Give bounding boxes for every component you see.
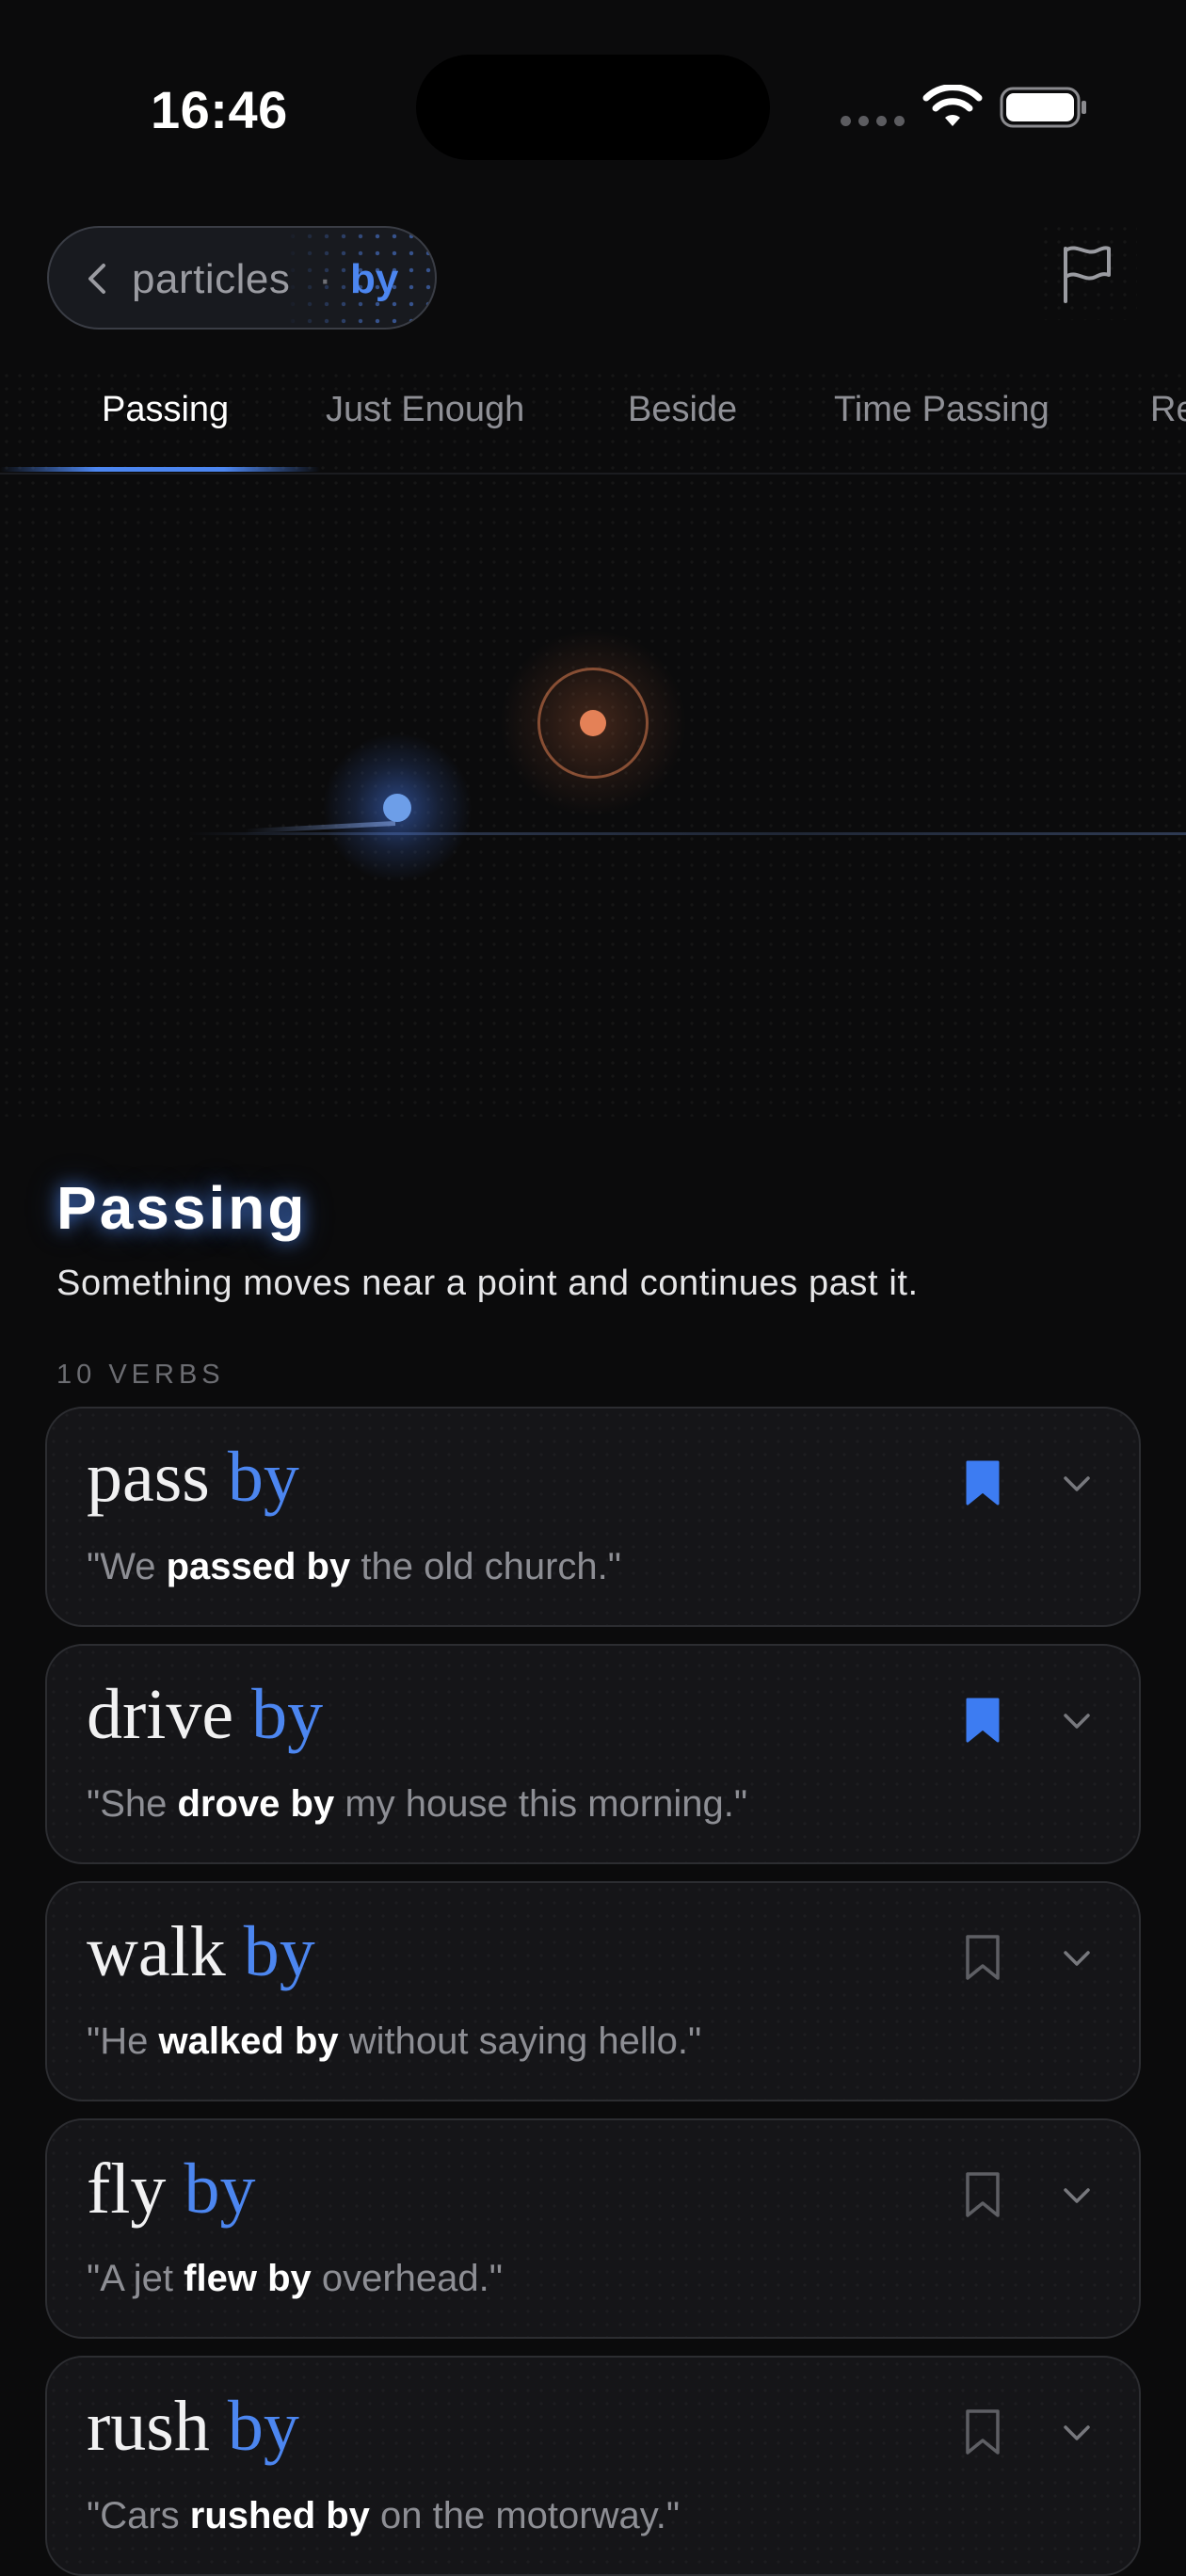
tab-just-enough[interactable]: Just Enough xyxy=(326,390,524,430)
verb-card[interactable]: drive by "She drove by my house this mor… xyxy=(45,1644,1141,1864)
verb-example: "We passed by the old church." xyxy=(87,1546,621,1587)
chevron-down-icon[interactable] xyxy=(1062,1949,1092,1968)
verb-phrase: drive by xyxy=(87,1675,324,1754)
verb-card[interactable]: fly by "A jet flew by overhead." xyxy=(45,2118,1141,2339)
status-bar: 16:46 xyxy=(0,0,1186,188)
chevron-down-icon[interactable] xyxy=(1062,2186,1092,2205)
sense-tabs: Passing Just Enough Beside Time Passing … xyxy=(0,369,1186,475)
status-time: 16:46 xyxy=(151,80,288,139)
verb-phrase: rush by xyxy=(87,2387,299,2466)
verb-example: "She drove by my house this morning." xyxy=(87,1783,748,1825)
cellular-signal-icon xyxy=(841,116,905,127)
chevron-down-icon[interactable] xyxy=(1062,1712,1092,1731)
chevron-down-icon[interactable] xyxy=(1062,1474,1092,1493)
verb-example: "A jet flew by overhead." xyxy=(87,2258,503,2299)
breadcrumb-current: by xyxy=(350,256,399,302)
verb-card[interactable]: pass by "We passed by the old church." xyxy=(45,1407,1141,1627)
tab-beside[interactable]: Beside xyxy=(628,390,737,430)
breadcrumb-separator: · xyxy=(318,256,332,302)
breadcrumb-parent: particles xyxy=(132,256,291,302)
verb-card[interactable]: rush by "Cars rushed by on the motorway.… xyxy=(45,2356,1141,2576)
sense-description: Something moves near a point and continu… xyxy=(56,1264,919,1303)
verb-example: "He walked by without saying hello." xyxy=(87,2021,702,2062)
verb-example: "Cars rushed by on the motorway." xyxy=(87,2495,681,2536)
verb-phrase: pass by xyxy=(87,1438,299,1517)
verb-card[interactable]: walk by "He walked by without saying hel… xyxy=(45,1881,1141,2101)
report-button[interactable] xyxy=(1039,222,1137,320)
bookmark-filled-icon[interactable] xyxy=(964,1697,1002,1744)
motion-animation xyxy=(0,476,1186,1117)
chevron-left-icon xyxy=(88,264,105,294)
target-point xyxy=(580,710,606,736)
tab-re[interactable]: Re xyxy=(1150,390,1186,430)
sense-title: Passing xyxy=(56,1174,308,1242)
tab-active-indicator xyxy=(0,467,320,472)
chevron-down-icon[interactable] xyxy=(1062,2423,1092,2442)
wifi-icon xyxy=(922,85,983,126)
back-breadcrumb-button[interactable]: particles · by xyxy=(47,226,437,330)
bookmark-outline-icon[interactable] xyxy=(964,1934,1002,1981)
tab-passing[interactable]: Passing xyxy=(102,390,229,430)
verb-phrase: fly by xyxy=(87,2149,256,2229)
bookmark-outline-icon[interactable] xyxy=(964,2408,1002,2455)
flag-icon xyxy=(1064,246,1111,303)
verb-phrase: walk by xyxy=(87,1912,315,1991)
bookmark-outline-icon[interactable] xyxy=(964,2171,1002,2218)
dynamic-island xyxy=(416,55,770,160)
bookmark-filled-icon[interactable] xyxy=(964,1459,1002,1506)
verb-count: 10 VERBS xyxy=(56,1360,225,1390)
battery-icon xyxy=(1000,87,1086,128)
moving-orb xyxy=(383,794,411,822)
tab-time-passing[interactable]: Time Passing xyxy=(834,390,1050,430)
